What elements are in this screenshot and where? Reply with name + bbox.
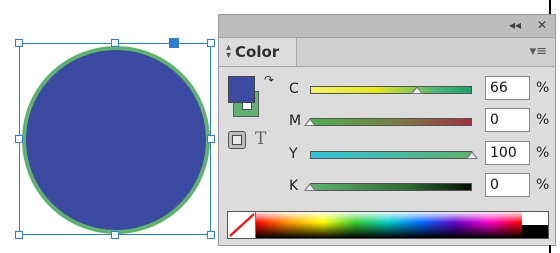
slider-label-k: K [289,178,299,194]
slider-thumb-c[interactable] [410,86,423,94]
slider-label-m: M [289,113,302,129]
unit-percent-k: % [536,177,550,193]
unit-percent-m: % [536,112,550,128]
value-field-m[interactable]: 0 [485,108,530,132]
slider-label-y: Y [289,146,298,162]
close-panel-icon[interactable]: ✕ [537,18,547,32]
slider-thumb-m[interactable] [304,118,316,126]
color-panel: ◂◂ ✕ ▴ ▾ Color ▾≡ ↷ T C 66% M 0% Y 100% K 0% [218,14,556,246]
ellipse-shape[interactable] [22,46,210,234]
panel-tab-row: ▴ ▾ Color ▾≡ [219,38,555,67]
selection-handle-top-left[interactable] [15,39,23,47]
value-field-y[interactable]: 100 [485,141,530,165]
white-swatch[interactable] [522,212,548,225]
selection-handle-bottom-center[interactable] [111,231,119,239]
slider-track-c[interactable] [310,86,472,94]
spectrum-gradient[interactable] [256,212,522,238]
panel-titlebar[interactable]: ◂◂ ✕ [219,15,555,38]
slider-track-y[interactable] [310,151,472,159]
edge-mark-bottom [549,245,551,253]
unit-percent-c: % [536,80,550,96]
selection-handle-bottom-right[interactable] [207,231,215,239]
fill-swatch[interactable] [228,76,255,103]
formatting-affects-text-icon[interactable]: T [255,129,266,149]
black-swatch[interactable] [522,225,548,238]
color-ramp[interactable] [227,211,549,239]
tab-chevron-icon[interactable]: ▴ ▾ [226,43,231,61]
none-swatch[interactable] [228,212,256,238]
selection-handle-middle-right[interactable] [207,135,215,143]
selection-handle-top-right[interactable] [207,39,215,47]
none-slash-icon [229,213,255,237]
value-field-c[interactable]: 66 [485,76,530,100]
swap-fill-stroke-icon[interactable]: ↷ [264,73,274,87]
collapse-panel-icon[interactable]: ◂◂ [509,18,521,32]
value-field-k[interactable]: 0 [485,173,530,197]
tab-color-label: Color [235,43,280,61]
tab-color[interactable]: ▴ ▾ Color [219,38,297,66]
panel-menu-icon[interactable]: ▾≡ [530,44,547,59]
slider-thumb-k[interactable] [304,183,316,191]
slider-thumb-y[interactable] [466,151,478,159]
selection-handle-top-center[interactable] [111,39,119,47]
formatting-affects-container-icon[interactable] [228,131,246,149]
slider-track-m[interactable] [310,118,472,126]
slider-track-k[interactable] [310,183,472,191]
reference-point-handle[interactable] [169,38,179,48]
slider-label-c: C [289,81,299,97]
selection-handle-bottom-left[interactable] [15,231,23,239]
edge-mark-top [549,0,551,14]
unit-percent-y: % [536,145,550,161]
selection-handle-middle-left[interactable] [15,135,23,143]
